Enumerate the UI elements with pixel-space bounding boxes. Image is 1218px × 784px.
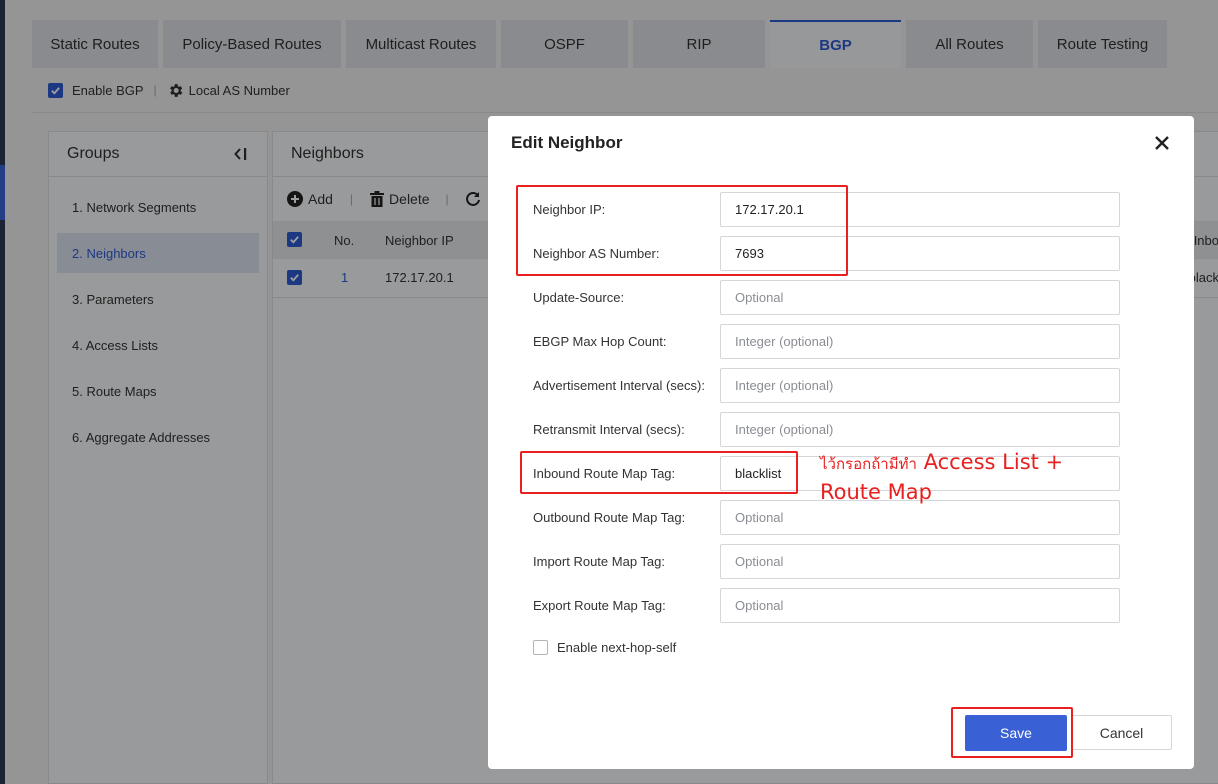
field-label: Import Route Map Tag: <box>533 553 665 569</box>
field-label: Export Route Map Tag: <box>533 597 666 613</box>
adv-interval-input[interactable]: Integer (optional) <box>720 367 1120 403</box>
field-ebgp-hop: EBGP Max Hop Count: Integer (optional) <box>533 323 1123 359</box>
next-hop-self-checkbox[interactable] <box>533 640 548 655</box>
field-adv-interval: Advertisement Interval (secs): Integer (… <box>533 367 1123 403</box>
annotation-line2: Route Map <box>820 480 932 504</box>
field-label: EBGP Max Hop Count: <box>533 333 667 349</box>
import-map-input[interactable]: Optional <box>720 543 1120 579</box>
annotation-box-inbound <box>520 451 798 494</box>
annotation-box-neighbor <box>516 185 848 276</box>
retransmit-input[interactable]: Integer (optional) <box>720 411 1120 447</box>
field-export-map: Export Route Map Tag: Optional <box>533 587 1123 623</box>
next-hop-self-label: Enable next-hop-self <box>557 640 677 655</box>
field-label: Outbound Route Map Tag: <box>533 509 686 525</box>
annotation-box-save <box>951 707 1073 758</box>
field-label: Retransmit Interval (secs): <box>533 421 685 437</box>
export-map-input[interactable]: Optional <box>720 587 1120 623</box>
ebgp-hop-input[interactable]: Integer (optional) <box>720 323 1120 359</box>
cancel-button[interactable]: Cancel <box>1071 715 1172 750</box>
field-import-map: Import Route Map Tag: Optional <box>533 543 1123 579</box>
update-source-input[interactable]: Optional <box>720 279 1120 315</box>
close-icon[interactable] <box>1152 133 1172 153</box>
annotation-thai: ไว้กรอกถ้ามีทำ <box>820 455 917 473</box>
field-retransmit: Retransmit Interval (secs): Integer (opt… <box>533 411 1123 447</box>
annotation-note: ไว้กรอกถ้ามีทำ Access List + Route Map <box>820 448 1063 506</box>
field-label: Update-Source: <box>533 289 625 305</box>
next-hop-self-option: Enable next-hop-self <box>533 640 676 655</box>
annotation-line1: Access List + <box>923 450 1064 474</box>
dialog-title: Edit Neighbor <box>511 133 623 152</box>
field-update-source: Update-Source: Optional <box>533 279 1123 315</box>
field-label: Advertisement Interval (secs): <box>533 377 705 393</box>
